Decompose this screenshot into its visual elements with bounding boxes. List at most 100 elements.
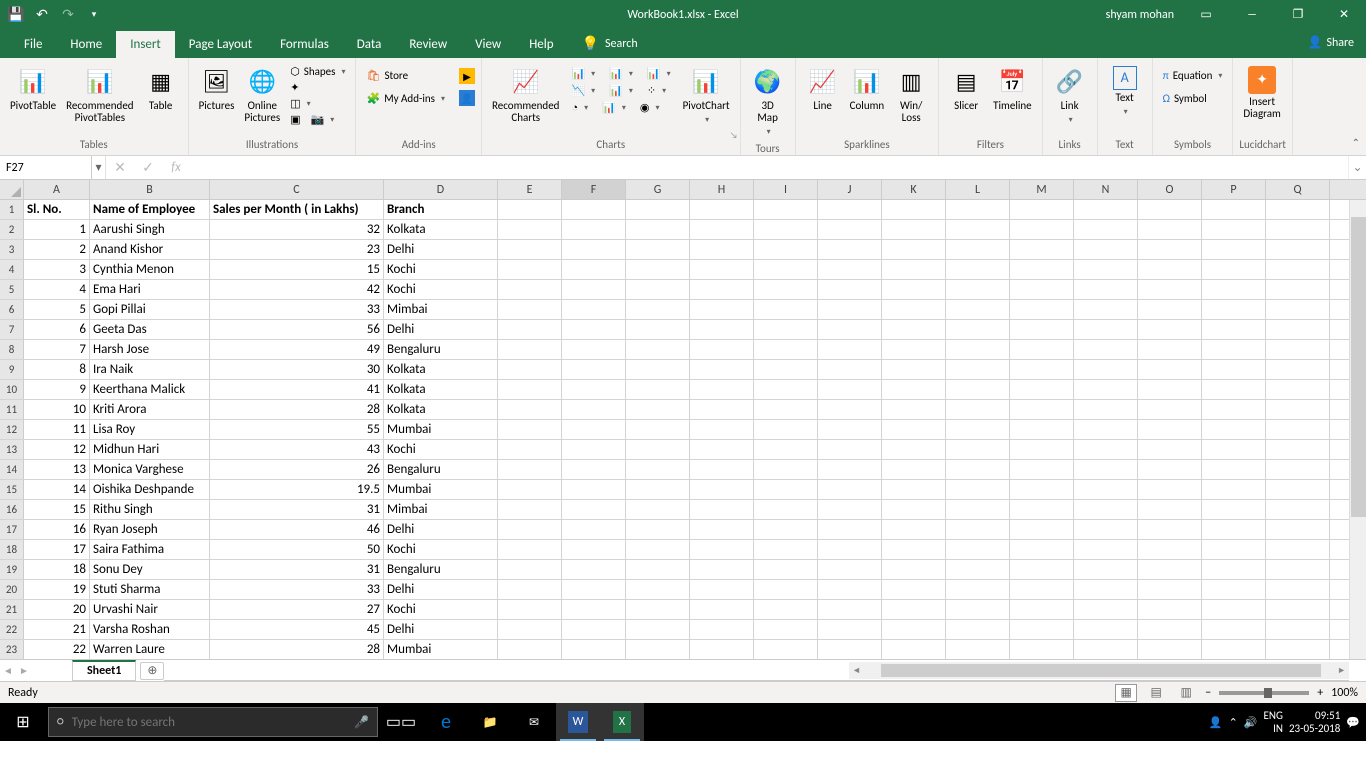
cell[interactable] <box>1202 360 1266 379</box>
cell[interactable] <box>1010 280 1074 299</box>
column-header[interactable]: D <box>384 180 498 199</box>
row-header[interactable]: 2 <box>0 220 24 239</box>
cell[interactable] <box>1138 220 1202 239</box>
cell[interactable] <box>1074 620 1138 639</box>
tab-insert[interactable]: Insert <box>116 31 175 58</box>
cell[interactable] <box>946 300 1010 319</box>
taskbar-clock[interactable]: ENG IN <box>1264 709 1283 735</box>
cell[interactable] <box>690 420 754 439</box>
cell[interactable] <box>626 640 690 659</box>
cell[interactable] <box>626 200 690 219</box>
cell[interactable] <box>818 600 882 619</box>
cell[interactable] <box>882 600 946 619</box>
cell[interactable] <box>818 240 882 259</box>
cell[interactable] <box>1202 300 1266 319</box>
cell[interactable] <box>1010 600 1074 619</box>
explorer-app[interactable]: 📁 <box>468 703 512 741</box>
cell[interactable]: 23 <box>210 240 384 259</box>
waterfall-chart-button[interactable]: 📊▾ <box>643 66 675 81</box>
cell[interactable] <box>1010 640 1074 659</box>
cell[interactable] <box>1202 620 1266 639</box>
cell[interactable] <box>754 240 818 259</box>
cell[interactable]: 5 <box>24 300 90 319</box>
cell[interactable] <box>1010 380 1074 399</box>
name-box[interactable]: F27 <box>0 156 92 179</box>
zoom-label[interactable]: 100% <box>1331 686 1358 700</box>
cell[interactable] <box>946 400 1010 419</box>
cell[interactable]: 33 <box>210 580 384 599</box>
mail-app[interactable]: ✉ <box>512 703 556 741</box>
cell[interactable]: Kochi <box>384 600 498 619</box>
cell[interactable]: Mimbai <box>384 500 498 519</box>
charts-dialog-launcher[interactable]: ↘ <box>730 130 738 141</box>
tray-chevron-icon[interactable]: ⌃ <box>1229 716 1238 729</box>
cell[interactable] <box>1266 340 1330 359</box>
cell[interactable] <box>690 500 754 519</box>
start-button[interactable]: ⊞ <box>0 703 46 741</box>
cell[interactable]: Mimbai <box>384 300 498 319</box>
cell[interactable] <box>818 480 882 499</box>
cell[interactable] <box>1266 440 1330 459</box>
cell[interactable]: 28 <box>210 400 384 419</box>
cell[interactable] <box>1202 220 1266 239</box>
cell[interactable] <box>1138 340 1202 359</box>
cell[interactable]: Lisa Roy <box>90 420 210 439</box>
cell[interactable] <box>1202 600 1266 619</box>
cell[interactable] <box>754 640 818 659</box>
cell[interactable] <box>1202 240 1266 259</box>
cell[interactable]: Anand Kishor <box>90 240 210 259</box>
tab-page-layout[interactable]: Page Layout <box>175 31 266 58</box>
row-header[interactable]: 16 <box>0 500 24 519</box>
cell[interactable]: Varsha Roshan <box>90 620 210 639</box>
cell[interactable] <box>946 340 1010 359</box>
expand-formula-bar[interactable]: ⌄ <box>1348 156 1366 179</box>
close-icon[interactable]: ✕ <box>1324 0 1364 29</box>
cell[interactable]: 19.5 <box>210 480 384 499</box>
pictures-button[interactable]: 🖼Pictures <box>195 64 239 114</box>
minimize-icon[interactable]: ― <box>1232 0 1272 29</box>
cell[interactable]: Warren Laure <box>90 640 210 659</box>
cell[interactable] <box>1202 440 1266 459</box>
cell[interactable] <box>882 640 946 659</box>
cell[interactable]: 43 <box>210 440 384 459</box>
cell[interactable] <box>562 420 626 439</box>
row-header[interactable]: 15 <box>0 480 24 499</box>
cell[interactable]: Delhi <box>384 580 498 599</box>
cell[interactable] <box>1266 300 1330 319</box>
cell[interactable] <box>1074 320 1138 339</box>
cell[interactable] <box>1074 300 1138 319</box>
cell[interactable]: 28 <box>210 640 384 659</box>
cell[interactable] <box>1202 640 1266 659</box>
cell[interactable] <box>1010 200 1074 219</box>
column-chart-button[interactable]: 📊▾ <box>567 66 599 81</box>
cell[interactable] <box>626 520 690 539</box>
cell[interactable]: Rithu Singh <box>90 500 210 519</box>
row-header[interactable]: 14 <box>0 460 24 479</box>
sparkline-column-button[interactable]: 📊Column <box>846 64 889 114</box>
cell[interactable] <box>818 520 882 539</box>
cell[interactable] <box>1074 500 1138 519</box>
cell[interactable]: Delhi <box>384 520 498 539</box>
maximize-icon[interactable]: ❐ <box>1278 0 1318 29</box>
cell[interactable] <box>498 620 562 639</box>
cell[interactable]: Delhi <box>384 240 498 259</box>
cell[interactable] <box>1138 400 1202 419</box>
cell[interactable] <box>946 520 1010 539</box>
cell[interactable]: Urvashi Nair <box>90 600 210 619</box>
cell[interactable]: 31 <box>210 500 384 519</box>
cell[interactable]: Ema Hari <box>90 280 210 299</box>
cell[interactable] <box>690 460 754 479</box>
horizontal-scrollbar[interactable]: ◄ ► <box>849 662 1349 679</box>
cell[interactable] <box>1010 340 1074 359</box>
cell[interactable] <box>818 380 882 399</box>
cell[interactable] <box>498 300 562 319</box>
cell[interactable] <box>562 460 626 479</box>
cell[interactable] <box>754 480 818 499</box>
cell[interactable] <box>1202 260 1266 279</box>
cell[interactable] <box>1074 520 1138 539</box>
cell[interactable]: Aarushi Singh <box>90 220 210 239</box>
cell[interactable] <box>882 420 946 439</box>
symbol-button[interactable]: ΩSymbol <box>1159 91 1227 106</box>
column-header[interactable]: H <box>690 180 754 199</box>
cell[interactable]: Keerthana Malick <box>90 380 210 399</box>
